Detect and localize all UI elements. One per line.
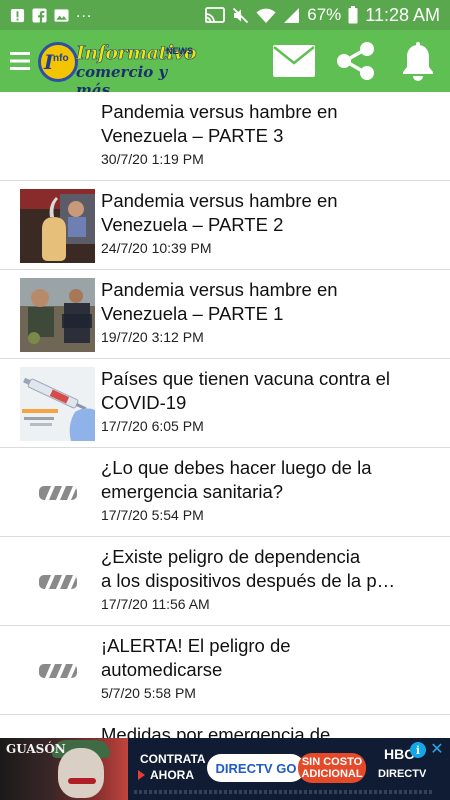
cast-icon	[205, 6, 226, 24]
app-bar: I nfo Informativo NEWS comercio y más	[0, 30, 450, 99]
ad-offer-badge: SIN COSTO ADICIONAL	[298, 753, 366, 783]
article-date: 30/7/20 1:19 PM	[101, 151, 204, 167]
ad-arrow-icon	[138, 770, 145, 780]
article-title-line: automedicarse	[101, 658, 223, 680]
article-item[interactable]: Pandemia versus hambre en Venezuela – PA…	[0, 92, 450, 181]
share-button[interactable]	[334, 39, 378, 83]
status-right: 67% 11:28 AM	[205, 5, 440, 26]
status-left: ...	[10, 4, 92, 23]
article-title-line: ¿Lo que debes hacer luego de la	[101, 457, 372, 478]
article-title: Pandemia versus hambre en Venezuela – PA…	[101, 278, 431, 325]
article-item[interactable]: Países que tienen vacuna contra el COVID…	[0, 359, 450, 448]
ad-directv-logo: DIRECTV	[378, 768, 427, 780]
mail-button[interactable]	[272, 39, 316, 83]
article-thumbnail	[20, 634, 95, 708]
article-thumbnail	[20, 278, 95, 352]
loading-placeholder-icon	[38, 486, 77, 500]
article-title-line: Venezuela – PARTE 1	[101, 302, 284, 324]
bell-icon	[403, 42, 433, 81]
article-title-line: Países que tienen vacuna contra el	[101, 368, 390, 389]
loading-placeholder-icon	[38, 575, 77, 589]
article-title-line: COVID-19	[101, 391, 187, 413]
article-date: 17/7/20 6:05 PM	[101, 418, 204, 434]
ad-joker-mouth	[68, 778, 96, 784]
clock: 11:28 AM	[365, 4, 440, 25]
article-item[interactable]: Medidas por emergencia de	[0, 715, 450, 738]
article-title: Pandemia versus hambre en Venezuela – PA…	[101, 100, 431, 147]
notifications-button[interactable]	[396, 39, 440, 83]
article-item[interactable]: Pandemia versus hambre en Venezuela – PA…	[0, 270, 450, 359]
ad-offer-line2: ADICIONAL	[301, 768, 363, 780]
article-thumbnail	[20, 189, 95, 263]
battery-icon	[348, 6, 358, 24]
article-item[interactable]: ¡ALERTA! El peligro de automedicarse 5/7…	[0, 626, 450, 715]
vaccine-photo-image	[20, 367, 95, 441]
ad-movie-title: GUASÓN	[6, 742, 66, 756]
article-title-line: ¿Existe peligro de dependencia	[101, 546, 361, 567]
article-title: Países que tienen vacuna contra el COVID…	[101, 367, 431, 414]
wifi-icon	[256, 7, 276, 24]
article-title-line: Venezuela – PARTE 2	[101, 213, 284, 235]
ad-banner[interactable]: GUASÓN CONTRATA AHORA DIRECTV GO SIN COS…	[0, 738, 450, 800]
article-item[interactable]: ¿Existe peligro de dependencia a los dis…	[0, 537, 450, 626]
article-title: Pandemia versus hambre en Venezuela – PA…	[101, 189, 431, 236]
mail-icon	[273, 45, 315, 77]
logo-news: NEWS	[166, 46, 193, 56]
app-logo[interactable]: I nfo Informativo NEWS comercio y más	[36, 36, 202, 99]
article-title-line: ¡ALERTA! El peligro de	[101, 635, 291, 656]
article-title-line: Medidas por emergencia de	[101, 724, 331, 738]
signal-icon	[283, 7, 300, 24]
article-title-line: Pandemia versus hambre en	[101, 101, 338, 122]
logo-badge-sub: nfo	[53, 53, 69, 64]
alert-icon	[10, 8, 25, 23]
article-thumbnail	[20, 723, 95, 738]
status-bar: ... 67% 11:28 AM	[0, 0, 450, 30]
article-title-line: Venezuela – PARTE 3	[101, 124, 284, 146]
article-list[interactable]: Pandemia versus hambre en Venezuela – PA…	[0, 92, 450, 738]
article-date: 5/7/20 5:58 PM	[101, 685, 196, 701]
article-date: 17/7/20 5:54 PM	[101, 507, 204, 523]
mute-icon	[232, 7, 249, 24]
hamburger-icon	[10, 52, 30, 70]
menu-button[interactable]	[6, 30, 34, 92]
article-item[interactable]: ¿Lo que debes hacer luego de la emergenc…	[0, 448, 450, 537]
ad-fine-print	[134, 790, 434, 794]
ad-cta-line2: AHORA	[150, 768, 194, 782]
article-title: Medidas por emergencia de	[101, 723, 431, 738]
more-notifications: ...	[76, 4, 93, 21]
share-icon	[337, 42, 374, 80]
article-date: 19/7/20 3:12 PM	[101, 329, 204, 345]
facebook-icon	[32, 7, 47, 23]
article-title-line: a los dispositivos después de la p…	[101, 569, 396, 591]
ad-brand-pill: DIRECTV GO	[207, 754, 305, 782]
article-title-line: Pandemia versus hambre en	[101, 190, 338, 211]
article-title: ¡ALERTA! El peligro de automedicarse	[101, 634, 431, 681]
article-date: 24/7/20 10:39 PM	[101, 240, 212, 256]
battery-percent: 67%	[307, 5, 342, 24]
article-date: 17/7/20 11:56 AM	[101, 596, 210, 612]
article-thumbnail	[20, 367, 95, 441]
article-thumbnail	[20, 456, 95, 530]
image-icon	[54, 8, 69, 23]
article-item[interactable]: Pandemia versus hambre en Venezuela – PA…	[0, 181, 450, 270]
article-thumbnail	[20, 100, 95, 174]
ad-offer-line1: SIN COSTO	[301, 756, 363, 768]
loading-placeholder-icon	[38, 664, 77, 678]
ad-info-icon[interactable]: i	[410, 742, 426, 758]
article-title: ¿Existe peligro de dependencia a los dis…	[101, 545, 431, 592]
article-title-line: emergencia sanitaria?	[101, 480, 284, 502]
article-title: ¿Lo que debes hacer luego de la emergenc…	[101, 456, 431, 503]
article-title-line: Pandemia versus hambre en	[101, 279, 338, 300]
app-actions	[272, 30, 440, 92]
article-thumbnail	[20, 545, 95, 619]
ad-cta-line1: CONTRATA	[140, 752, 206, 766]
bottle-photo-image	[20, 189, 95, 263]
logo-badge-letter: I	[44, 50, 54, 74]
people-photo-image	[20, 278, 95, 352]
ad-close-icon[interactable]: ✕	[428, 740, 446, 758]
